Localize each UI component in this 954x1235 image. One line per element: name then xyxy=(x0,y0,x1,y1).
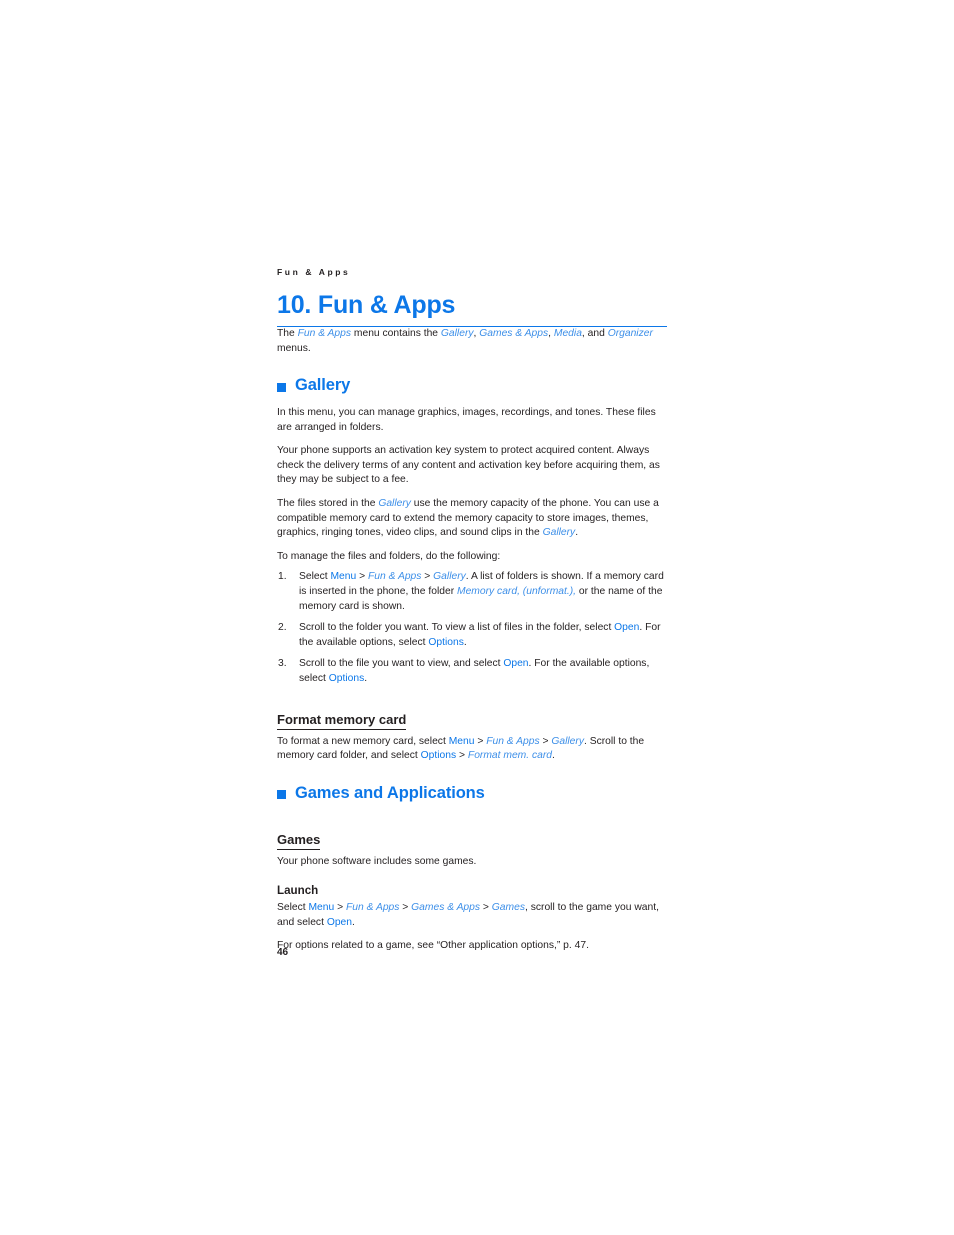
path-separator: > xyxy=(356,571,368,583)
step-number: 1. xyxy=(278,571,287,583)
menu-name-games-apps: Games & Apps xyxy=(479,328,549,340)
softkey-menu: Menu xyxy=(308,902,335,914)
text: . xyxy=(575,527,579,539)
menu-name-fun-apps: Fun & Apps xyxy=(297,328,352,340)
path-separator: > xyxy=(474,735,487,747)
menu-name-gallery: Gallery xyxy=(542,527,576,539)
step-number: 3. xyxy=(278,658,287,670)
sub-heading-games: Games xyxy=(277,832,321,851)
section-heading-label: Gallery xyxy=(295,376,351,395)
softkey-options: Options xyxy=(420,750,457,762)
menu-name-gallery: Gallery xyxy=(551,735,584,747)
text: To format a new memory card, select xyxy=(277,735,449,747)
step-number: 2. xyxy=(278,622,287,634)
path-separator: > xyxy=(539,735,552,747)
sub-heading-games-wrap: Games xyxy=(277,814,667,855)
launch-cross-reference: For options related to a game, see “Othe… xyxy=(277,940,589,952)
text: The files stored in the xyxy=(277,498,379,510)
page-content: Fun & Apps 10. Fun & Apps The Fun & Apps… xyxy=(277,267,667,963)
square-bullet-icon xyxy=(277,790,286,800)
text: . xyxy=(463,636,467,648)
menu-name-fun-apps: Fun & Apps xyxy=(368,571,422,583)
square-bullet-icon xyxy=(277,382,286,392)
menu-name-gallery: Gallery xyxy=(378,498,411,510)
menu-name-media: Media xyxy=(553,328,582,340)
sub-heading-launch: Launch xyxy=(277,883,319,897)
menu-name-games: Games xyxy=(491,902,525,914)
gallery-paragraph-1: In this menu, you can manage graphics, i… xyxy=(277,407,656,433)
list-item: 1. Select Menu > Fun & Apps > Gallery. A … xyxy=(277,570,667,614)
gallery-paragraph-4: To manage the files and folders, do the … xyxy=(277,550,501,562)
menu-name-fun-apps: Fun & Apps xyxy=(346,902,400,914)
menu-name-gallery: Gallery xyxy=(433,571,466,583)
softkey-menu: Menu xyxy=(448,735,475,747)
gallery-paragraph-2: Your phone supports an activation key sy… xyxy=(277,445,660,486)
menu-name-games-apps: Games & Apps xyxy=(411,902,481,914)
sub-heading-format-memory-card: Format memory card xyxy=(277,712,407,730)
softkey-open: Open xyxy=(503,658,529,670)
menu-name-organizer: Organizer xyxy=(607,328,653,340)
menu-name-fun-apps: Fun & Apps xyxy=(486,735,540,747)
path-separator: > xyxy=(421,571,434,583)
menu-name-memory-card: Memory card, (unformat.), xyxy=(457,586,577,598)
softkey-options: Options xyxy=(328,672,365,684)
page-number: 46 xyxy=(277,947,289,958)
games-paragraph: Your phone software includes some games. xyxy=(277,856,477,868)
softkey-open: Open xyxy=(614,622,640,634)
intro-text: menus. xyxy=(277,342,311,354)
text: . xyxy=(352,916,355,928)
intro-paragraph: The Fun & Apps menu contains the Gallery… xyxy=(277,327,667,356)
intro-text: The xyxy=(277,328,298,340)
text: Scroll to the file you want to view, and… xyxy=(299,658,504,670)
text: . xyxy=(552,750,555,762)
format-memory-card-paragraph: To format a new memory card, select Menu… xyxy=(277,735,667,764)
section-heading-games-and-applications: Games and Applications xyxy=(277,784,667,804)
softkey-options: Options xyxy=(428,636,464,648)
text: Scroll to the folder you want. To view a… xyxy=(299,622,615,634)
list-item: 2. Scroll to the folder you want. To view… xyxy=(277,621,667,650)
running-header: Fun & Apps xyxy=(277,267,351,277)
path-separator: > xyxy=(456,750,468,762)
text: . xyxy=(364,672,368,684)
text: Select xyxy=(299,571,331,583)
sub-heading-format-memory-card-wrap: Format memory card xyxy=(277,694,667,735)
gallery-paragraph-3: The files stored in the Gallery use the … xyxy=(277,497,667,541)
launch-paragraph: Select Menu > Fun & Apps > Games & Apps … xyxy=(277,901,667,930)
section-heading-label: Games and Applications xyxy=(295,784,485,803)
list-item: 3. Scroll to the file you want to view, a… xyxy=(277,657,667,686)
page-title: 10. Fun & Apps xyxy=(277,291,456,320)
text: Select xyxy=(277,902,309,914)
path-separator: > xyxy=(334,902,346,914)
softkey-open: Open xyxy=(326,916,353,928)
path-separator: > xyxy=(399,902,412,914)
menu-name-gallery: Gallery xyxy=(440,328,474,340)
section-heading-gallery: Gallery xyxy=(277,376,667,396)
intro-text: , and xyxy=(581,328,608,340)
menu-name-format-mem-card: Format mem. card xyxy=(467,750,553,762)
softkey-menu: Menu xyxy=(330,571,357,583)
gallery-steps-list: 1. Select Menu > Fun & Apps > Gallery. A … xyxy=(277,570,667,686)
intro-text: menu contains the xyxy=(351,328,441,340)
path-separator: > xyxy=(480,902,492,914)
